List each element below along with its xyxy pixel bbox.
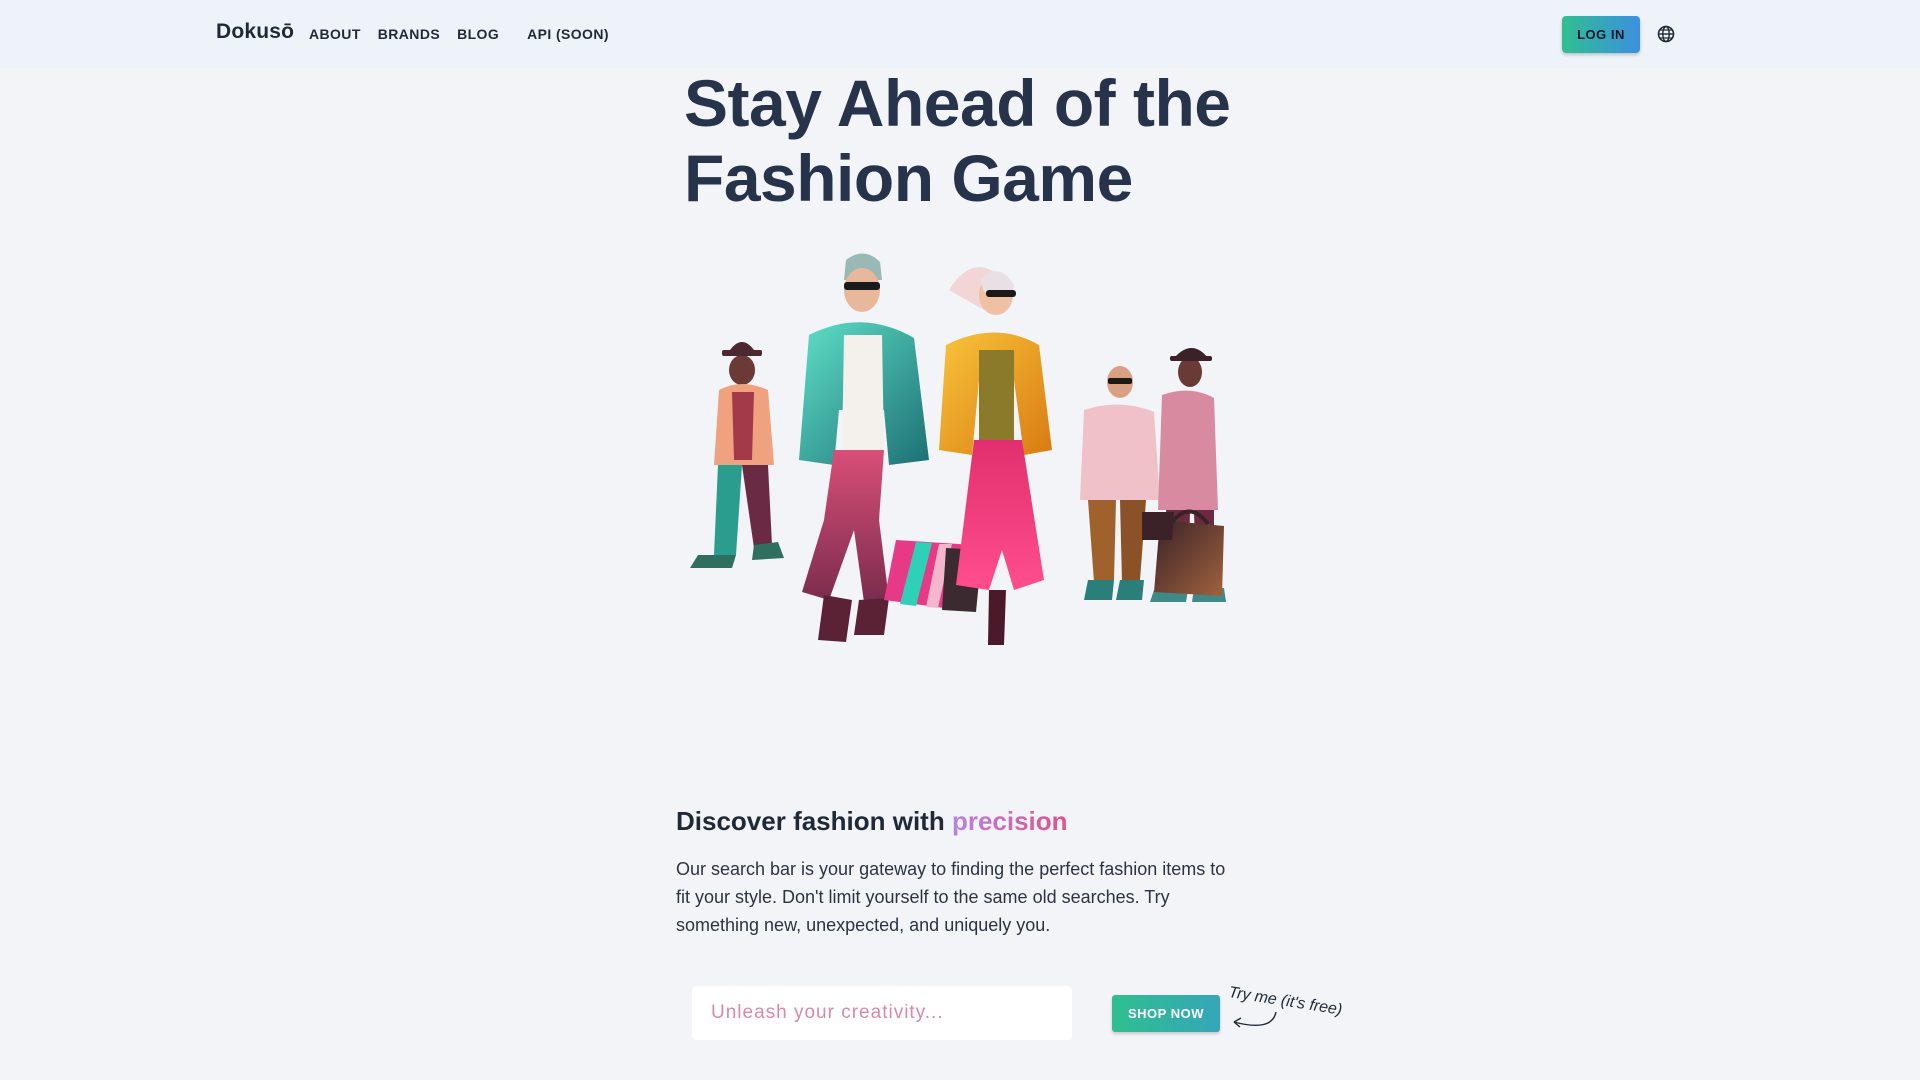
discover-heading-highlight: precision [951,806,1068,836]
nav-link-about[interactable]: ABOUT [309,26,361,42]
curved-arrow-icon [1233,1011,1277,1028]
discover-heading: Discover fashion with precision [676,806,1068,837]
hero-title-line1: Stay Ahead of the [684,66,1231,140]
nav-link-brands[interactable]: BRANDS [378,26,440,42]
nav-link-blog[interactable]: BLOG [457,26,499,42]
hero-title: Stay Ahead of the Fashion Game [684,66,1244,216]
search-input[interactable] [692,986,1072,1040]
discover-heading-prefix: Discover fashion with [676,806,952,836]
globe-icon[interactable] [1656,24,1676,44]
hero-title-line2: Fashion Game [684,141,1133,215]
brand-logo[interactable]: Dokusō [216,20,294,44]
hero-fashion-illustration [690,253,1226,645]
shop-now-button[interactable]: SHOP NOW [1112,995,1220,1032]
top-navbar: Dokusō ABOUT BRANDS BLOG API (SOON) LOG … [0,0,1920,68]
discover-description: Our search bar is your gateway to findin… [676,859,1226,935]
figure-pink-coat [1080,366,1160,600]
nav-links: ABOUT BRANDS BLOG API (SOON) [309,26,609,42]
figure-left [690,342,784,568]
login-button[interactable]: LOG IN [1562,16,1640,53]
nav-link-api[interactable]: API (SOON) [527,26,609,42]
